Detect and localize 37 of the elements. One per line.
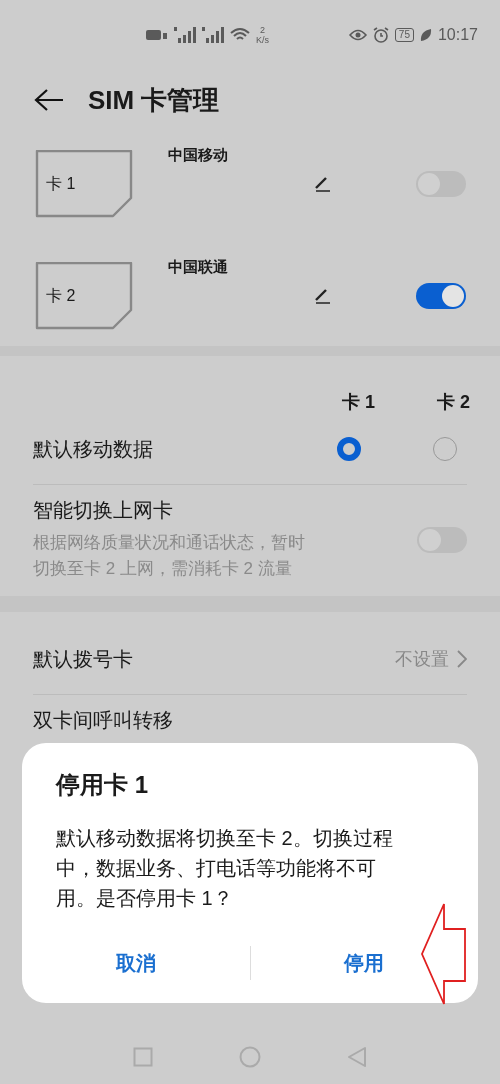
speed-unit: K/s — [256, 35, 269, 45]
hd-icon — [146, 29, 168, 41]
radio-button[interactable] — [337, 437, 361, 461]
speed-value: 2 — [260, 25, 265, 35]
column-header: 卡 1 — [341, 391, 375, 414]
eye-icon — [348, 29, 367, 41]
setting-label: 智能切换上网卡 — [33, 498, 174, 523]
signal-icon — [174, 27, 196, 43]
dialog-button[interactable]: 取消 — [22, 933, 250, 993]
chevron-right-icon — [457, 650, 467, 668]
clock-time: 10:17 — [437, 26, 478, 44]
column-header: 卡 2 — [437, 391, 470, 414]
signal-icon — [202, 27, 224, 43]
recent-apps-icon[interactable] — [133, 1047, 153, 1067]
setting-label: 默认拨号卡 — [33, 646, 133, 672]
page-title: SIM 卡管理 — [88, 83, 220, 117]
setting-description: 根据网络质量状况和通话状态，暂时切换至卡 2 上网，需消耗卡 2 流量 — [33, 532, 306, 580]
dialog-title: 停用卡 1 — [56, 770, 149, 800]
alarm-icon — [372, 27, 389, 43]
leaf-icon — [419, 28, 432, 42]
pencil-icon[interactable] — [314, 288, 332, 304]
setting-value: 不设置 — [395, 648, 449, 671]
setting-label: 双卡间呼叫转移 — [33, 708, 173, 733]
battery-indicator: 75 — [394, 28, 414, 42]
carrier-name: 中国移动 — [168, 146, 228, 163]
pencil-icon[interactable] — [314, 176, 332, 192]
back-arrow-icon[interactable] — [34, 88, 64, 112]
setting-label: 默认移动数据 — [33, 436, 153, 462]
default-dial-row[interactable]: 默认拨号卡 不设置 — [0, 624, 500, 694]
sim-slot-label: 卡 1 — [45, 173, 76, 194]
back-icon[interactable] — [347, 1046, 367, 1068]
dialog-button[interactable]: 停用 — [250, 933, 478, 993]
home-icon[interactable] — [239, 1046, 261, 1068]
dialog-message: 默认移动数据将切换至卡 2。切换过程中，数据业务、打电话等功能将不可用。是否停用卡 1？ — [56, 826, 394, 911]
carrier-name: 中国联通 — [168, 258, 228, 275]
sim-slot-label: 卡 2 — [45, 285, 76, 306]
sim-toggle[interactable] — [416, 283, 466, 309]
